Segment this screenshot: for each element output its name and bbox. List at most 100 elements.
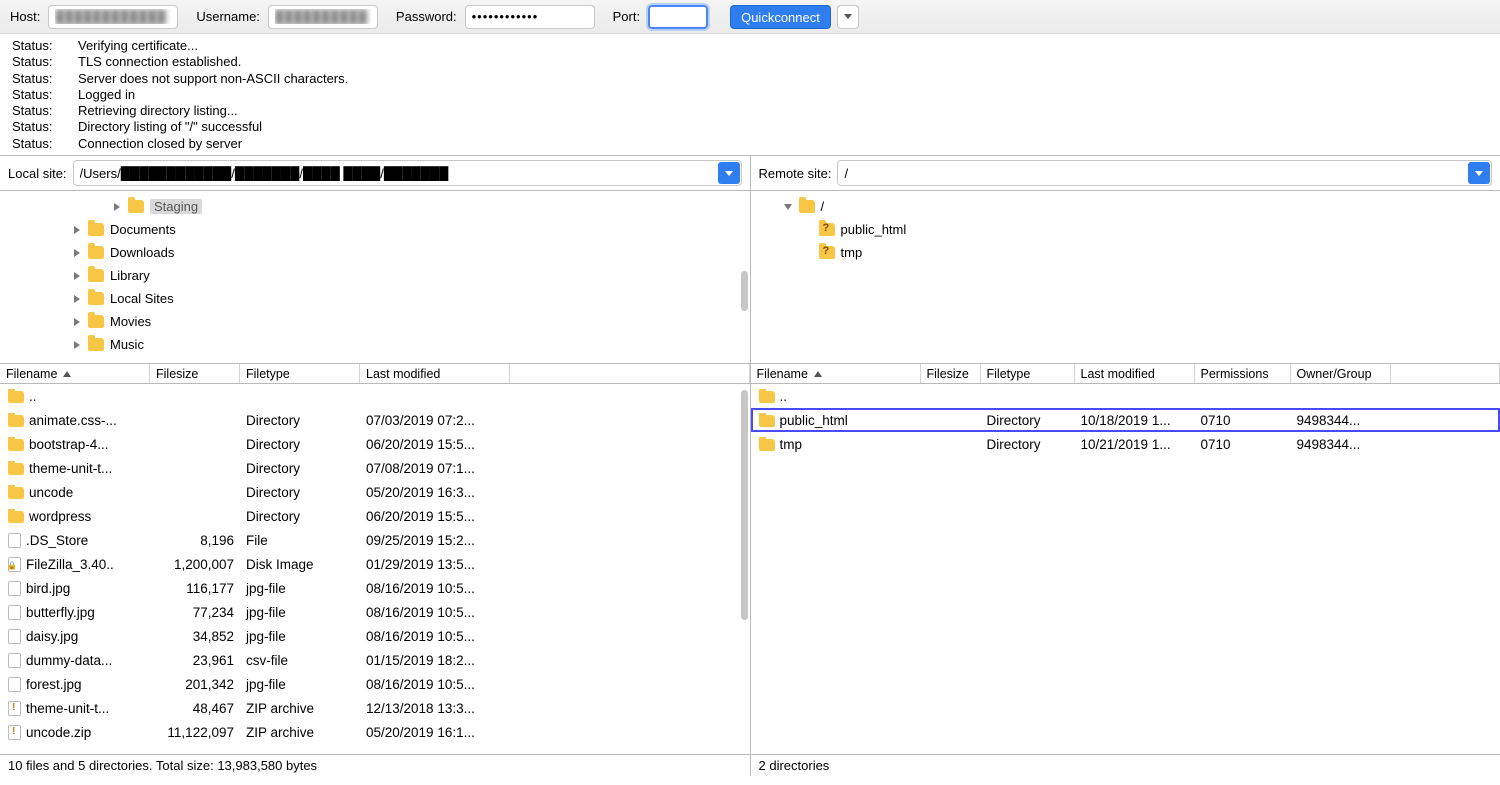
table-row[interactable]: dummy-data...23,961csv-file01/15/2019 18… — [0, 648, 750, 672]
local-path-input[interactable] — [73, 160, 742, 186]
local-file-list: FilenameFilesizeFiletypeLast modified ..… — [0, 364, 751, 754]
file-icon — [8, 725, 21, 740]
status-log: Status:Verifying certificate...Status:TL… — [0, 34, 1500, 156]
tree-item-label: Local Sites — [110, 291, 174, 306]
remote-path-dropdown[interactable] — [1468, 162, 1490, 184]
tree-item-label: public_html — [841, 222, 907, 237]
disclosure-triangle-icon[interactable] — [70, 269, 84, 283]
column-header-size[interactable]: Filesize — [150, 364, 240, 383]
table-row[interactable]: .DS_Store8,196File09/25/2019 15:2... — [0, 528, 750, 552]
cell-name: tmp — [780, 437, 803, 452]
cell-name: bootstrap-4... — [29, 437, 109, 452]
tree-item-label: Library — [110, 268, 150, 283]
tree-item[interactable]: Staging — [0, 195, 750, 218]
remote-file-rows[interactable]: ..public_htmlDirectory10/18/2019 1...071… — [751, 384, 1500, 754]
disclosure-triangle-icon[interactable] — [70, 292, 84, 306]
folder-icon — [819, 223, 835, 236]
table-row[interactable]: uncode.zip11,122,097ZIP archive05/20/201… — [0, 720, 750, 744]
cell-name: dummy-data... — [26, 653, 112, 668]
tree-item[interactable]: / — [751, 195, 1500, 218]
scrollbar-thumb[interactable] — [741, 390, 748, 620]
column-header-perm[interactable]: Permissions — [1195, 364, 1291, 383]
disclosure-triangle-icon[interactable] — [70, 315, 84, 329]
tree-item-label: Movies — [110, 314, 151, 329]
file-icon — [8, 533, 21, 548]
scrollbar-thumb[interactable] — [741, 271, 748, 311]
remote-tree[interactable]: / public_htmltmp — [751, 191, 1500, 363]
quickconnect-history-dropdown[interactable] — [837, 5, 859, 29]
tree-item[interactable]: Music — [0, 333, 750, 356]
table-row[interactable]: wordpressDirectory06/20/2019 15:5... — [0, 504, 750, 528]
cell-name: theme-unit-t... — [26, 701, 109, 716]
table-row[interactable]: public_htmlDirectory10/18/2019 1...07109… — [751, 408, 1500, 432]
table-row[interactable]: uncodeDirectory05/20/2019 16:3... — [0, 480, 750, 504]
status-label: Status: — [12, 119, 78, 135]
column-header-owner[interactable]: Owner/Group — [1291, 364, 1391, 383]
remote-path-input[interactable] — [837, 160, 1492, 186]
tree-item[interactable]: public_html — [751, 218, 1500, 241]
port-input[interactable] — [648, 5, 708, 29]
column-header-size[interactable]: Filesize — [921, 364, 981, 383]
file-icon — [8, 557, 21, 572]
folder-icon — [88, 315, 104, 328]
folder-icon — [759, 391, 775, 403]
quickconnect-button[interactable]: Quickconnect — [730, 5, 831, 29]
file-icon — [8, 605, 21, 620]
tree-item[interactable]: Library — [0, 264, 750, 287]
tree-item[interactable]: tmp — [751, 241, 1500, 264]
folder-icon — [759, 415, 775, 427]
table-row[interactable]: bootstrap-4...Directory06/20/2019 15:5..… — [0, 432, 750, 456]
table-row[interactable]: theme-unit-t...Directory07/08/2019 07:1.… — [0, 456, 750, 480]
table-row[interactable]: tmpDirectory10/21/2019 1...07109498344..… — [751, 432, 1500, 456]
status-label: Status: — [12, 103, 78, 119]
local-tree-pane: Local site: StagingDocumentsDownloadsLib… — [0, 156, 751, 363]
tree-item[interactable]: Downloads — [0, 241, 750, 264]
status-label: Status: — [12, 71, 78, 87]
table-row[interactable]: bird.jpg116,177jpg-file08/16/2019 10:5..… — [0, 576, 750, 600]
local-file-rows[interactable]: ..animate.css-...Directory07/03/2019 07:… — [0, 384, 750, 754]
table-row[interactable]: forest.jpg201,342jpg-file08/16/2019 10:5… — [0, 672, 750, 696]
folder-icon — [88, 338, 104, 351]
folder-icon — [88, 269, 104, 282]
cell-name: animate.css-... — [29, 413, 117, 428]
folder-icon — [8, 415, 24, 427]
tree-item-label: / — [821, 199, 825, 214]
column-header-type[interactable]: Filetype — [240, 364, 360, 383]
status-message: Retrieving directory listing... — [78, 103, 238, 119]
table-row[interactable]: butterfly.jpg77,234jpg-file08/16/2019 10… — [0, 600, 750, 624]
tree-item[interactable]: Local Sites — [0, 287, 750, 310]
column-header-mod[interactable]: Last modified — [1075, 364, 1195, 383]
tree-item[interactable]: Movies — [0, 310, 750, 333]
column-header-name[interactable]: Filename — [751, 364, 921, 383]
disclosure-triangle-icon[interactable] — [110, 200, 124, 214]
cell-name: daisy.jpg — [26, 629, 78, 644]
status-message: Connection closed by server — [78, 136, 242, 152]
host-input[interactable] — [48, 5, 178, 29]
column-header-mod[interactable]: Last modified — [360, 364, 510, 383]
disclosure-triangle-icon[interactable] — [70, 223, 84, 237]
column-header-name[interactable]: Filename — [0, 364, 150, 383]
table-row[interactable]: FileZilla_3.40..1,200,007Disk Image01/29… — [0, 552, 750, 576]
password-input[interactable] — [465, 5, 595, 29]
disclosure-triangle-icon[interactable] — [781, 200, 795, 214]
connection-toolbar: Host: Username: Password: Port: Quickcon… — [0, 0, 1500, 34]
username-input[interactable] — [268, 5, 378, 29]
status-message: TLS connection established. — [78, 54, 241, 70]
disclosure-triangle-icon[interactable] — [70, 246, 84, 260]
table-row[interactable]: animate.css-...Directory07/03/2019 07:2.… — [0, 408, 750, 432]
local-path-dropdown[interactable] — [718, 162, 740, 184]
table-row[interactable]: .. — [751, 384, 1500, 408]
folder-icon — [88, 292, 104, 305]
cell-name: .DS_Store — [26, 533, 88, 548]
tree-item-label: Staging — [150, 199, 202, 214]
disclosure-triangle-icon[interactable] — [70, 338, 84, 352]
table-row[interactable]: .. — [0, 384, 750, 408]
tree-item[interactable]: Documents — [0, 218, 750, 241]
table-row[interactable]: theme-unit-t...48,467ZIP archive12/13/20… — [0, 696, 750, 720]
table-row[interactable]: daisy.jpg34,852jpg-file08/16/2019 10:5..… — [0, 624, 750, 648]
folder-icon — [799, 200, 815, 213]
local-status-bar: 10 files and 5 directories. Total size: … — [0, 755, 751, 776]
remote-file-list: FilenameFilesizeFiletypeLast modifiedPer… — [751, 364, 1500, 754]
column-header-type[interactable]: Filetype — [981, 364, 1075, 383]
local-tree[interactable]: Staging DocumentsDownloads Library Local Si… — [0, 191, 750, 363]
